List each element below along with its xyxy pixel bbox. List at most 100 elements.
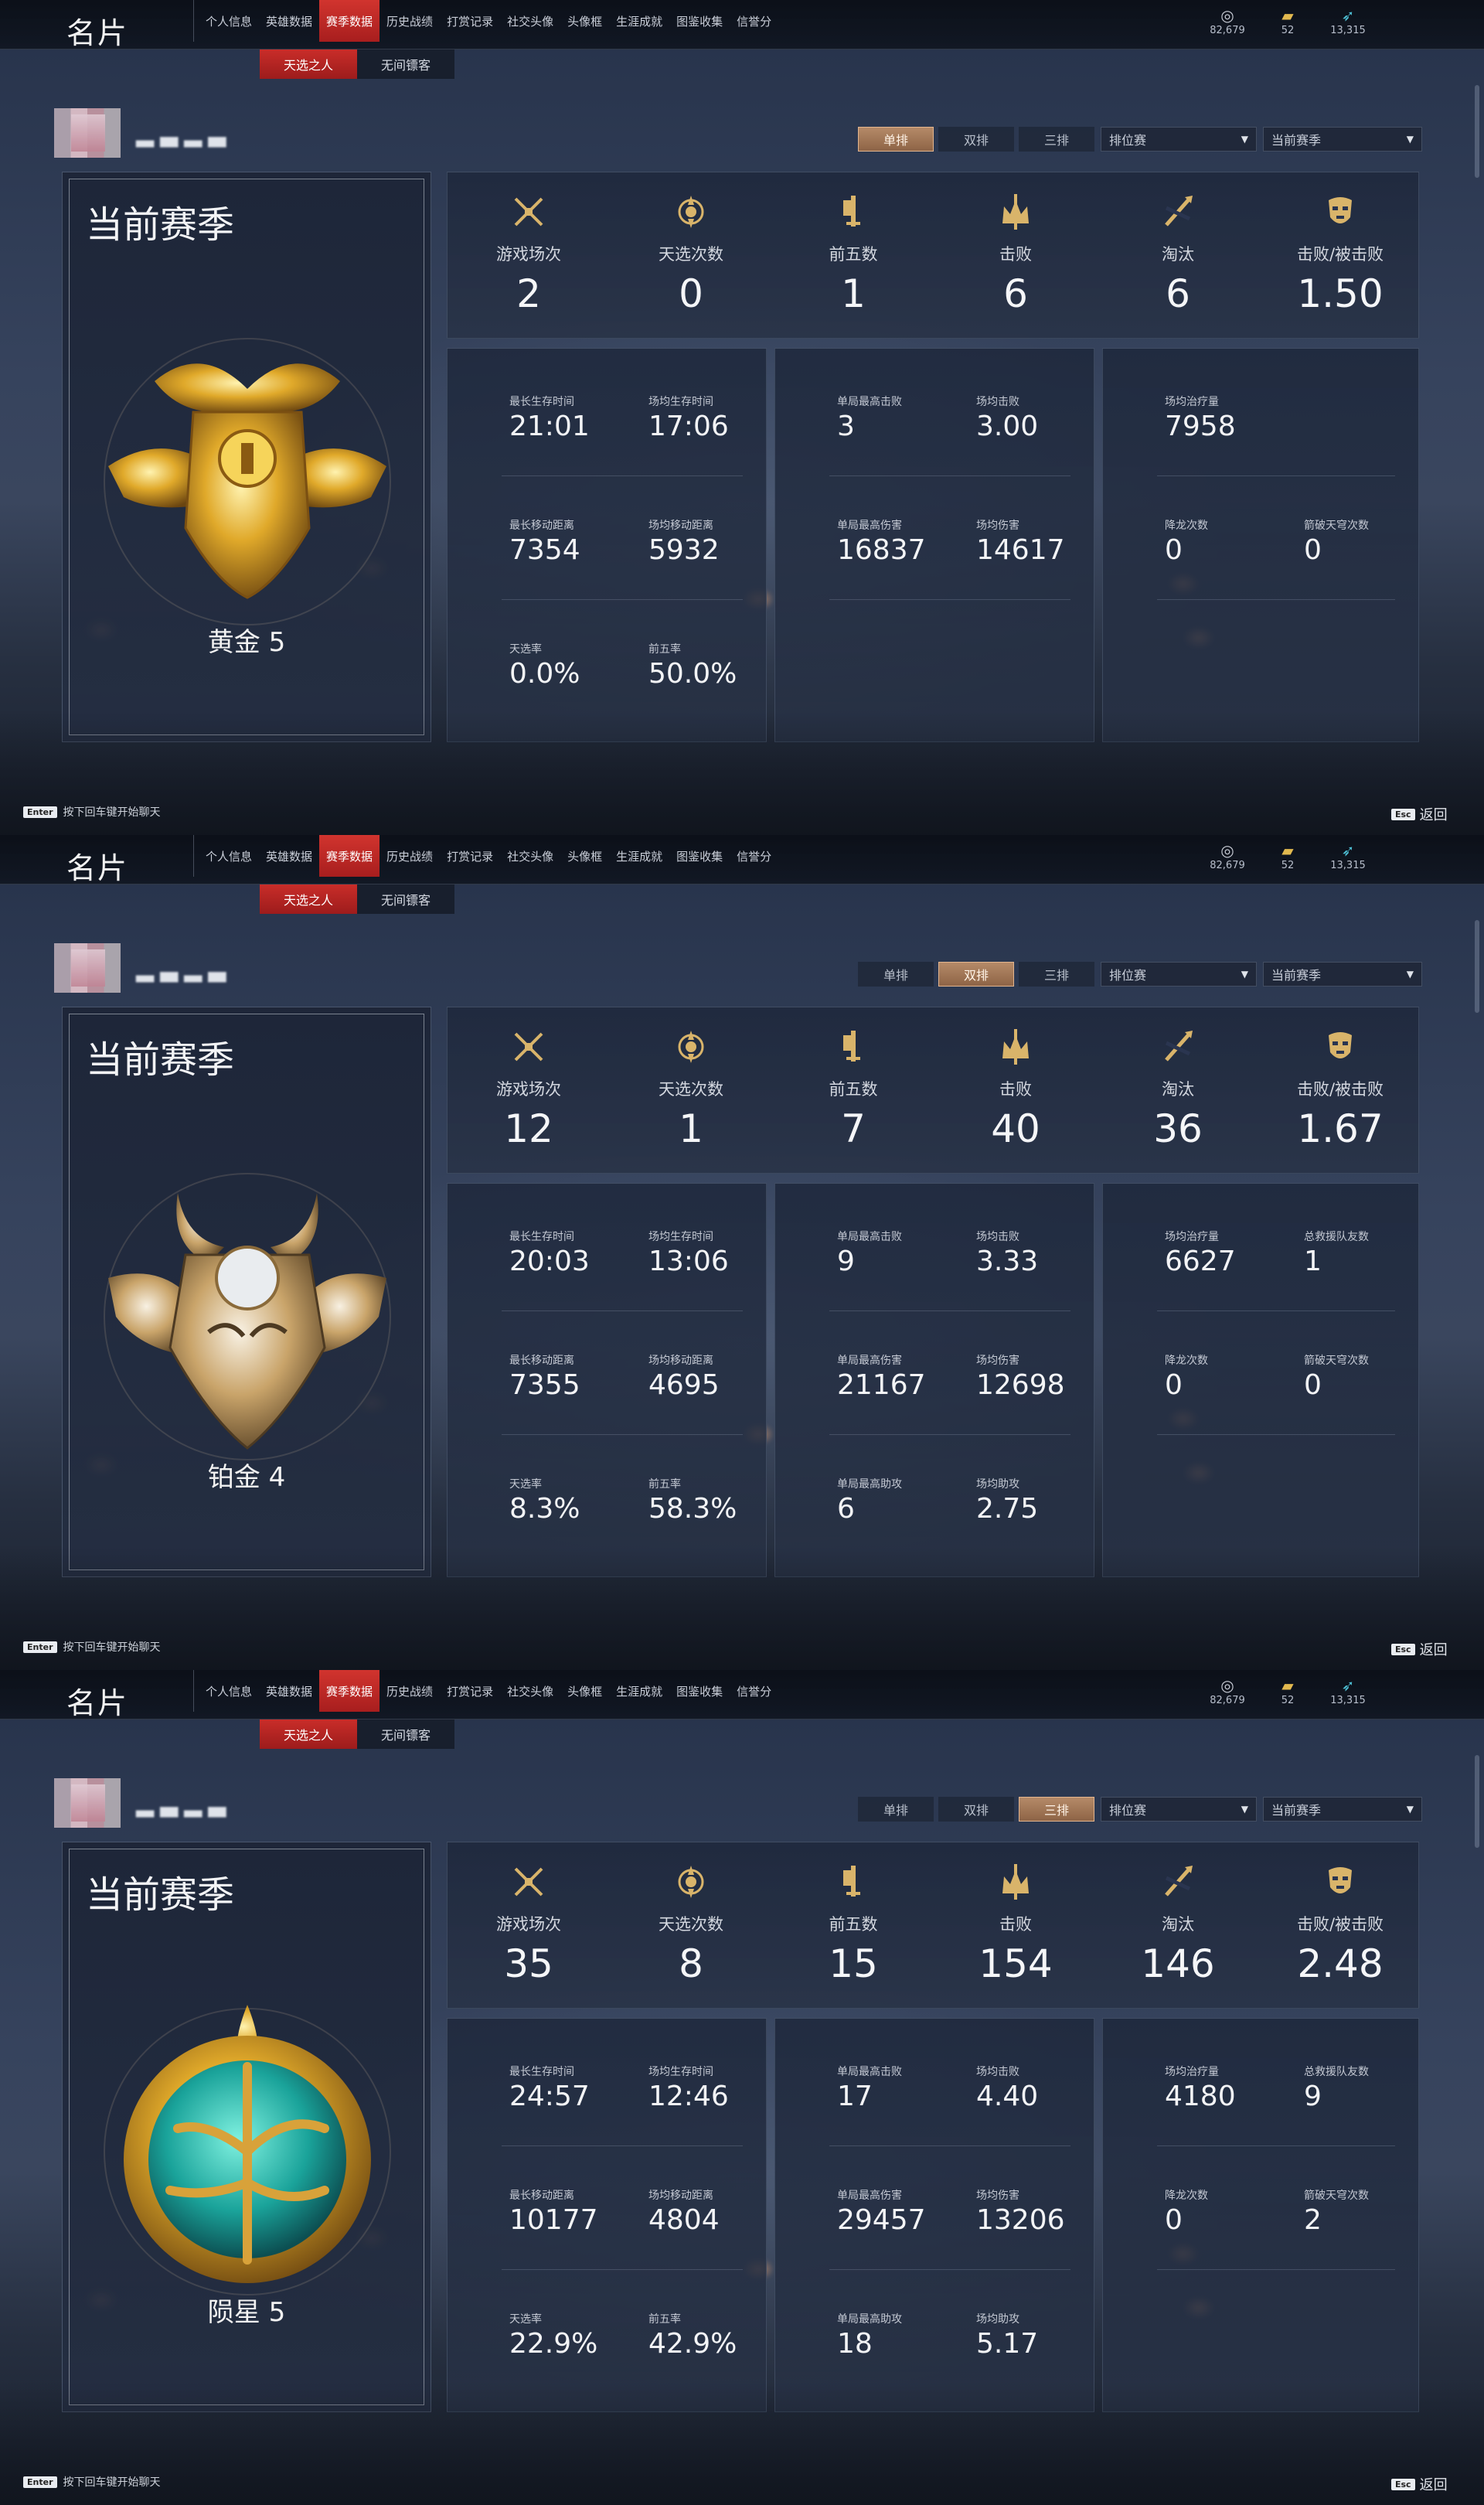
stat-cell: 天选率 8.3% xyxy=(509,1431,648,1539)
nav-tab[interactable]: 信誉分 xyxy=(730,835,778,877)
queue-mode-tabs: 单排 双排 三排 xyxy=(858,1797,1094,1822)
nav-tab[interactable]: 图鉴收集 xyxy=(669,1670,730,1712)
nav-tab[interactable]: 社交头像 xyxy=(500,1670,560,1712)
stat-cell: 场均生存时间 13:06 xyxy=(648,1184,788,1292)
nav-tab[interactable]: 英雄数据 xyxy=(259,0,319,42)
stat-cell-label: 场均移动距离 xyxy=(648,2190,713,2202)
nav-tab[interactable]: 个人信息 xyxy=(199,0,259,42)
esc-key-icon: Esc xyxy=(1391,808,1415,820)
mode-tab[interactable]: 单排 xyxy=(858,1797,934,1822)
scrollbar[interactable] xyxy=(1475,920,1479,1013)
stat-label: 天选次数 xyxy=(659,1080,723,1099)
nav-tab[interactable]: 头像框 xyxy=(560,1670,609,1712)
nav-tab[interactable]: 赛季数据 xyxy=(319,0,380,42)
stat-cell-label: 单局最高击败 xyxy=(837,1231,902,1243)
nav-tab[interactable]: 英雄数据 xyxy=(259,1670,319,1712)
subtab[interactable]: 天选之人 xyxy=(260,1719,357,1749)
nav-tab[interactable]: 赛季数据 xyxy=(319,835,380,877)
back-label: 返回 xyxy=(1419,807,1448,823)
back-button[interactable]: Esc 返回 xyxy=(1391,1639,1448,1659)
avatar[interactable] xyxy=(54,108,121,158)
subtab[interactable]: 天选之人 xyxy=(260,49,357,79)
match-type-dropdown[interactable]: 排位赛 ▼ xyxy=(1101,1797,1257,1822)
mode-tab[interactable]: 单排 xyxy=(858,127,934,152)
crossed-swords-icon xyxy=(514,197,543,227)
mode-tab[interactable]: 三排 xyxy=(1019,127,1094,152)
mode-tab[interactable]: 三排 xyxy=(1019,1797,1094,1822)
scrollbar[interactable] xyxy=(1475,85,1479,178)
stat-cell-value: 29457 xyxy=(837,2204,926,2236)
season-dropdown[interactable]: 当前赛季 ▼ xyxy=(1263,1797,1422,1822)
gold-ticket-icon: ▰ xyxy=(1281,841,1294,860)
page-title: 名片 xyxy=(66,16,129,50)
scrollbar[interactable] xyxy=(1475,1755,1479,1848)
back-button[interactable]: Esc 返回 xyxy=(1391,2474,1448,2494)
match-type-dropdown[interactable]: 排位赛 ▼ xyxy=(1101,127,1257,152)
stat-cell-label: 场均助攻 xyxy=(976,2313,1019,2326)
nav-tab[interactable]: 社交头像 xyxy=(500,0,560,42)
mode-tab[interactable]: 双排 xyxy=(938,962,1014,987)
nav-tab[interactable]: 个人信息 xyxy=(199,835,259,877)
mode-tab[interactable]: 三排 xyxy=(1019,962,1094,987)
subtab[interactable]: 无间镖客 xyxy=(357,1719,454,1749)
nav-tab[interactable]: 头像框 xyxy=(560,0,609,42)
avatar[interactable] xyxy=(54,1778,121,1828)
crossed-swords-icon xyxy=(514,1032,543,1062)
nav-tab[interactable]: 生涯成就 xyxy=(609,835,669,877)
chevron-down-icon: ▼ xyxy=(1406,969,1414,980)
stat-column: 击败/被击败 1.67 xyxy=(1259,1007,1421,1174)
stat-cell-value: 4.40 xyxy=(976,2081,1039,2112)
season-dropdown[interactable]: 当前赛季 ▼ xyxy=(1263,962,1422,987)
nav-tab[interactable]: 图鉴收集 xyxy=(669,835,730,877)
match-type-dropdown[interactable]: 排位赛 ▼ xyxy=(1101,962,1257,987)
nav-tab[interactable]: 打赏记录 xyxy=(440,0,500,42)
mask-face-icon xyxy=(1329,1032,1352,1058)
currency-value: 82,679 xyxy=(1210,1695,1245,1706)
nav-tab[interactable]: 社交头像 xyxy=(500,835,560,877)
subtab[interactable]: 无间镖客 xyxy=(357,884,454,914)
player-name: ▂▃▂▃ xyxy=(136,1791,233,1818)
nav-tab[interactable]: 信誉分 xyxy=(730,1670,778,1712)
stat-label: 天选次数 xyxy=(659,245,723,264)
stat-column: 击败/被击败 1.50 xyxy=(1259,172,1421,339)
nav-tab[interactable]: 赛季数据 xyxy=(319,1670,380,1712)
nav-tab[interactable]: 信誉分 xyxy=(730,0,778,42)
stat-cell: 场均击败 4.40 xyxy=(976,2019,1115,2127)
stat-cell-label: 单局最高助攻 xyxy=(837,2313,902,2326)
nav-tab[interactable]: 打赏记录 xyxy=(440,1670,500,1712)
stat-cell: 前五率 50.0% xyxy=(648,596,788,704)
stat-cell-value: 2.75 xyxy=(976,1493,1039,1525)
stat-cell: 场均移动距离 4695 xyxy=(648,1307,788,1416)
nav-tab[interactable]: 图鉴收集 xyxy=(669,0,730,42)
mode-tab[interactable]: 双排 xyxy=(938,1797,1014,1822)
mode-tab[interactable]: 单排 xyxy=(858,962,934,987)
season-dropdown[interactable]: 当前赛季 ▼ xyxy=(1263,127,1422,152)
crown-sword-icon xyxy=(1002,1864,1029,1900)
stat-cell-value: 4180 xyxy=(1165,2081,1236,2112)
chevron-down-icon: ▼ xyxy=(1241,969,1248,980)
avatar[interactable] xyxy=(54,943,121,993)
back-button[interactable]: Esc 返回 xyxy=(1391,804,1448,824)
nav-tab[interactable]: 个人信息 xyxy=(199,1670,259,1712)
stat-cell-value: 6627 xyxy=(1165,1246,1236,1277)
stat-cell-label: 总救援队友数 xyxy=(1304,2066,1369,2078)
nav-tab[interactable]: 生涯成就 xyxy=(609,0,669,42)
currency-item: ▰ 52 xyxy=(1266,6,1309,36)
nav-tab[interactable]: 生涯成就 xyxy=(609,1670,669,1712)
nav-tab[interactable]: 头像框 xyxy=(560,835,609,877)
nav-tab[interactable]: 历史战绩 xyxy=(380,0,440,42)
stat-cell-label: 单局最高击败 xyxy=(837,2066,902,2078)
subtab[interactable]: 天选之人 xyxy=(260,884,357,914)
mode-tab[interactable]: 双排 xyxy=(938,127,1014,152)
subtab[interactable]: 无间镖客 xyxy=(357,49,454,79)
chevron-down-icon: ▼ xyxy=(1406,1804,1414,1815)
nav-tab[interactable]: 历史战绩 xyxy=(380,835,440,877)
stat-cell: 天选率 0.0% xyxy=(509,596,648,704)
nav-tab[interactable]: 英雄数据 xyxy=(259,835,319,877)
row-divider xyxy=(1157,1434,1395,1435)
stat-cell-label: 场均治疗量 xyxy=(1165,2066,1219,2078)
player-name: ▂▃▂▃ xyxy=(136,121,233,148)
nav-tab[interactable]: 打赏记录 xyxy=(440,835,500,877)
stat-column: 游戏场次 2 xyxy=(448,172,610,339)
nav-tab[interactable]: 历史战绩 xyxy=(380,1670,440,1712)
